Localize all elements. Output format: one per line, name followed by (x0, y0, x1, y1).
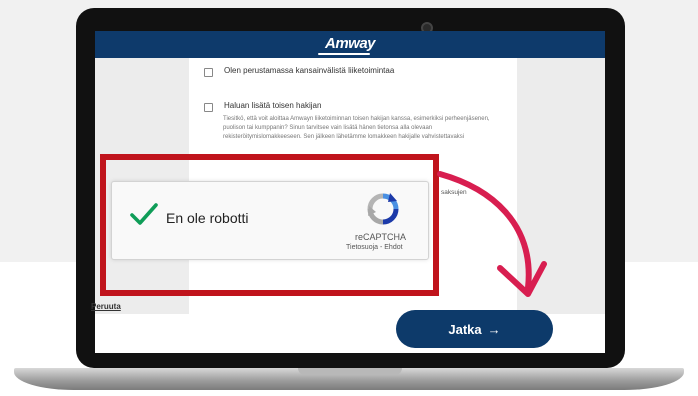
brand-underline (318, 53, 370, 55)
recaptcha-logo-icon (367, 193, 399, 225)
co-applicant-checkbox[interactable] (204, 103, 213, 112)
option-co-applicant[interactable]: Haluan lisätä toisen hakijan (204, 101, 321, 112)
option-international[interactable]: Olen perustamassa kansainvälistä liiketo… (204, 66, 394, 77)
continue-label: Jatka (448, 321, 482, 337)
continue-button[interactable]: Jatka → (396, 310, 553, 348)
site-header: Amway (95, 31, 605, 58)
international-checkbox[interactable] (204, 68, 213, 77)
international-label: Olen perustamassa kansainvälistä liiketo… (224, 66, 395, 75)
curved-arrow-icon (437, 171, 547, 297)
co-applicant-label: Haluan lisätä toisen hakijan (224, 101, 322, 110)
co-applicant-description: Tiesitkö, että voit aloittaa Amwayn liik… (223, 116, 490, 141)
arrow-right-icon: → (487, 321, 501, 337)
laptop-notch (298, 368, 402, 375)
checkmark-icon[interactable] (129, 202, 159, 226)
captcha-label: En ole robotti (166, 210, 249, 226)
recaptcha-brand: reCAPTCHA (355, 232, 407, 242)
brand-logo[interactable]: Amway (95, 35, 605, 52)
cancel-link[interactable]: Peruuta (91, 302, 121, 311)
recaptcha-privacy-terms[interactable]: Tietosuoja - Ehdot (346, 244, 403, 251)
